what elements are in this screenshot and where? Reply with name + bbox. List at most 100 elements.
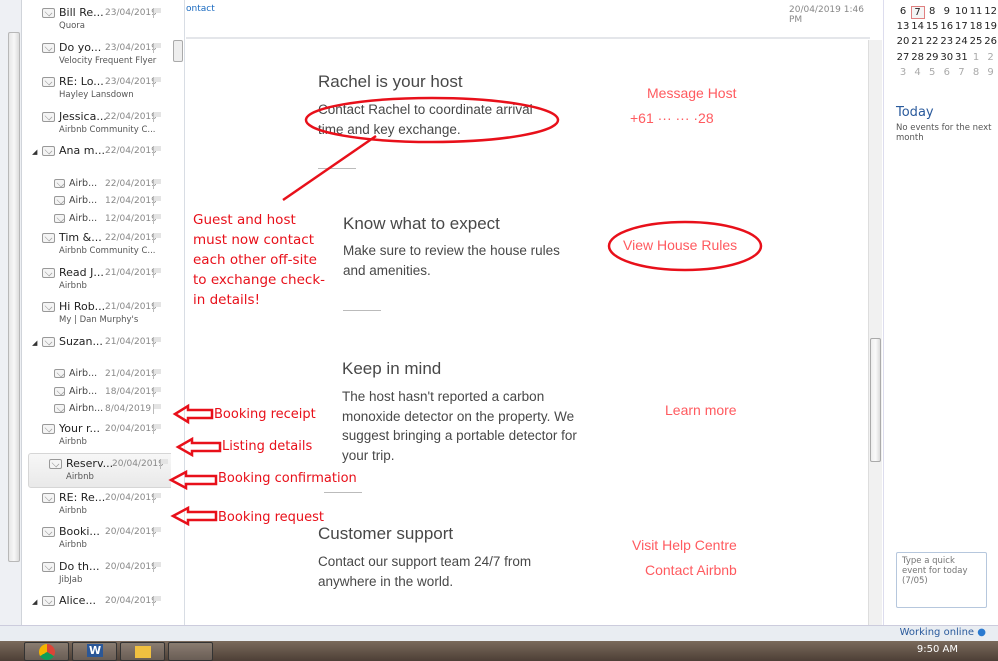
reading-pane-scrollbar[interactable] bbox=[868, 40, 882, 625]
message-host-link[interactable]: Message Host bbox=[647, 85, 736, 101]
host-phone[interactable]: +61 ··· ··· ·28 bbox=[630, 110, 714, 126]
mail-item[interactable]: Airb... 21/04/2019 bbox=[22, 366, 184, 384]
calendar-day[interactable]: 30 bbox=[940, 52, 954, 63]
flag-icon[interactable] bbox=[160, 459, 169, 469]
calendar-day[interactable]: 8 bbox=[925, 6, 939, 17]
reading-pane-scroll-thumb[interactable] bbox=[870, 338, 881, 462]
calendar-day[interactable]: 18 bbox=[969, 21, 983, 32]
calendar-day[interactable]: 25 bbox=[969, 36, 983, 47]
mail-item[interactable]: Booki... 20/04/2019 Airbnb bbox=[22, 522, 184, 557]
mail-item[interactable]: Read J... 21/04/2019 Airbnb bbox=[22, 263, 184, 298]
flag-icon[interactable] bbox=[153, 527, 162, 537]
calendar-day[interactable]: 28 bbox=[911, 52, 925, 63]
calendar-day[interactable]: 9 bbox=[940, 6, 954, 17]
flag-icon[interactable] bbox=[153, 178, 162, 189]
calendar-day[interactable]: 21 bbox=[911, 36, 925, 47]
calendar-day[interactable]: 9 bbox=[984, 67, 998, 78]
calendar-day[interactable]: 26 bbox=[984, 36, 998, 47]
calendar-day[interactable]: 27 bbox=[896, 52, 910, 63]
chrome-taskbar-button[interactable] bbox=[24, 642, 69, 661]
flag-icon[interactable] bbox=[153, 423, 162, 434]
mail-item[interactable]: Airb... 18/04/2019 bbox=[22, 384, 184, 402]
mail-date: 20/04/2019 bbox=[105, 561, 157, 572]
calendar-day[interactable]: 31 bbox=[954, 52, 968, 63]
flag-icon[interactable] bbox=[153, 596, 162, 606]
calendar-day[interactable]: 10 bbox=[954, 6, 968, 17]
calendar-day[interactable]: 13 bbox=[896, 21, 910, 32]
flag-icon[interactable] bbox=[153, 404, 162, 414]
calendar-day[interactable]: 3 bbox=[896, 67, 910, 78]
taskbar-button[interactable] bbox=[168, 642, 213, 661]
thread-expand-icon[interactable]: ◢ bbox=[32, 339, 37, 347]
contact-link[interactable]: ontact bbox=[186, 4, 215, 14]
calendar-day[interactable]: 16 bbox=[940, 21, 954, 32]
calendar-day[interactable]: 24 bbox=[954, 36, 968, 47]
flag-icon[interactable] bbox=[153, 302, 162, 312]
calendar-day[interactable]: 17 bbox=[954, 21, 968, 32]
mail-subject: Read J... bbox=[59, 265, 104, 279]
mail-item[interactable]: ◢ Alice... 20/04/2019 bbox=[22, 591, 184, 625]
calendar-day[interactable]: 6 bbox=[896, 6, 910, 17]
mail-item[interactable]: Airb... 12/04/2019 bbox=[22, 211, 184, 229]
quick-event-input[interactable] bbox=[896, 552, 987, 608]
mail-item[interactable]: Your r... 20/04/2019 Airbnb bbox=[22, 419, 184, 454]
calendar-day[interactable]: 22 bbox=[925, 36, 939, 47]
flag-icon[interactable] bbox=[153, 77, 162, 87]
learn-more-link[interactable]: Learn more bbox=[665, 402, 737, 418]
calendar-day[interactable]: 7 bbox=[910, 6, 925, 19]
calendar-day[interactable]: 15 bbox=[925, 21, 939, 32]
flag-icon[interactable] bbox=[153, 42, 162, 53]
navigation-scrollbar[interactable] bbox=[8, 32, 20, 562]
mail-item[interactable]: Do yo... 23/04/2019 Velocity Frequent Flye… bbox=[22, 38, 184, 73]
flag-icon[interactable] bbox=[153, 196, 162, 206]
mail-item[interactable]: ◢ Suzan... 21/04/2019 bbox=[22, 332, 184, 367]
mail-item[interactable]: Hi Rob... 21/04/2019 My | Dan Murphy's bbox=[22, 297, 184, 332]
calendar-day[interactable]: 19 bbox=[984, 21, 998, 32]
calendar-day[interactable]: 1 bbox=[969, 52, 983, 63]
calendar-day[interactable]: 8 bbox=[969, 67, 983, 78]
thread-expand-icon[interactable]: ◢ bbox=[32, 598, 37, 606]
flag-icon[interactable] bbox=[153, 561, 162, 572]
mail-item[interactable]: Tim &... 22/04/2019 Airbnb Community C... bbox=[22, 228, 184, 263]
flag-icon[interactable] bbox=[153, 8, 162, 18]
flag-icon[interactable] bbox=[153, 267, 162, 278]
mail-item[interactable]: Airb... 12/04/2019 bbox=[22, 193, 184, 211]
thread-expand-icon[interactable]: ◢ bbox=[32, 148, 37, 156]
view-house-rules-link[interactable]: View House Rules bbox=[623, 237, 737, 253]
mail-item[interactable]: Do th... 20/04/2019 JibJab bbox=[22, 557, 184, 592]
word-taskbar-button[interactable]: W bbox=[72, 642, 117, 661]
calendar-day[interactable]: 7 bbox=[954, 67, 968, 78]
mail-item[interactable]: ◢ Ana m... 22/04/2019 bbox=[22, 141, 184, 176]
calendar-day[interactable]: 14 bbox=[911, 21, 925, 32]
calendar-day[interactable]: 4 bbox=[911, 67, 925, 78]
flag-icon[interactable] bbox=[153, 213, 162, 224]
mail-item[interactable]: Jessica... 22/04/2019 Airbnb Community C..… bbox=[22, 107, 184, 142]
calendar-day[interactable]: 6 bbox=[940, 67, 954, 78]
calendar-day[interactable]: 5 bbox=[925, 67, 939, 78]
calendar-day[interactable]: 11 bbox=[969, 6, 983, 17]
mail-item[interactable]: RE: Lo... 23/04/2019 Hayley Lansdown bbox=[22, 72, 184, 107]
outlook-taskbar-button[interactable] bbox=[120, 642, 165, 661]
mail-item[interactable]: Airb... 22/04/2019 bbox=[22, 176, 184, 194]
mail-item[interactable]: Bill Re... 23/04/2019 Quora bbox=[22, 3, 184, 38]
mail-list-scrollbar[interactable] bbox=[171, 0, 184, 625]
flag-icon[interactable] bbox=[153, 369, 162, 379]
mail-subject: Airb... bbox=[69, 195, 98, 206]
calendar-day[interactable]: 29 bbox=[925, 52, 939, 63]
mail-item[interactable]: Airbn... 8/04/2019 bbox=[22, 401, 184, 419]
calendar-day[interactable]: 23 bbox=[940, 36, 954, 47]
flag-icon[interactable] bbox=[153, 146, 162, 156]
flag-icon[interactable] bbox=[153, 336, 162, 347]
flag-icon[interactable] bbox=[153, 233, 162, 243]
contact-airbnb-link[interactable]: Contact Airbnb bbox=[645, 562, 737, 578]
calendar-day[interactable]: 20 bbox=[896, 36, 910, 47]
mail-list-scroll-thumb[interactable] bbox=[173, 40, 183, 62]
flag-icon[interactable] bbox=[153, 492, 162, 503]
flag-icon[interactable] bbox=[153, 111, 162, 122]
visit-help-centre-link[interactable]: Visit Help Centre bbox=[632, 537, 737, 553]
mail-item[interactable]: Reserv... 20/04/2019 Airbnb bbox=[28, 453, 182, 488]
calendar-day[interactable]: 2 bbox=[984, 52, 998, 63]
calendar-day[interactable]: 12 bbox=[984, 6, 998, 17]
mail-item[interactable]: RE: Re... 20/04/2019 Airbnb bbox=[22, 488, 184, 523]
flag-icon[interactable] bbox=[153, 386, 162, 397]
